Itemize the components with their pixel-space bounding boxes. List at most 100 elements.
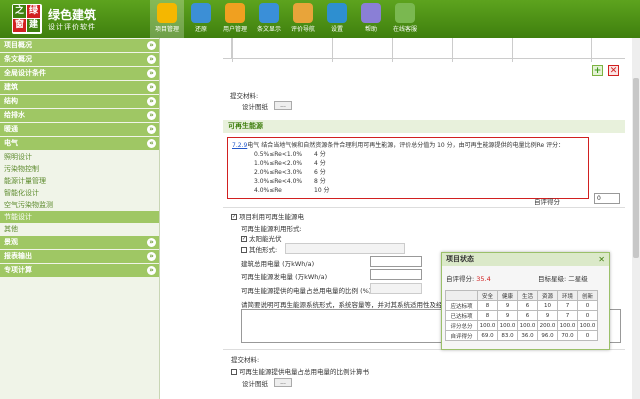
solar-pv-row[interactable]: ✓ 太阳能光伏: [241, 233, 282, 243]
sidebar-group-label: 条文概况: [4, 55, 32, 63]
sidebar-group[interactable]: 结构 »: [0, 95, 159, 108]
self-score-input[interactable]: 0: [594, 193, 620, 204]
browse-button[interactable]: ...: [274, 101, 292, 110]
use-renewable-checkbox-row[interactable]: ✓ 项目利用可再生能源电: [231, 211, 304, 221]
scrollbar-thumb[interactable]: [633, 78, 639, 258]
sidebar-group-label: 全局设计条件: [4, 69, 46, 77]
status-table-row: 已达标项 8 9 6 9 7 0: [445, 310, 598, 321]
clause-box: 7.2.9电气 结合当地气候和自然资源条件合理利用可再生能源，评价总分值为 10…: [227, 137, 589, 199]
status-table-cell: 9: [497, 300, 518, 311]
solar-pv-label: 太阳能光伏: [249, 235, 282, 243]
status-table-cell: 已达标项: [445, 310, 478, 321]
status-table-row: 应达标项 8 9 6 10 7 0: [445, 300, 598, 311]
sidebar-group-label: 专项计算: [4, 266, 32, 274]
sidebar-group[interactable]: 电气 «: [0, 137, 159, 150]
status-table-cell: 9: [537, 310, 558, 321]
sidebar-group-label: 项目概况: [4, 41, 32, 49]
status-table-cell: 7: [557, 310, 578, 321]
sidebar-group[interactable]: 全局设计条件 »: [0, 67, 159, 80]
status-table-cell: 0: [577, 330, 598, 341]
calc-book-label: 可再生能源提供电量占总用电量的比例计算书: [239, 368, 369, 376]
status-table-cell: 100.0: [557, 320, 578, 331]
clause-score: 4 分: [314, 151, 326, 158]
help-icon: [361, 3, 381, 23]
sidebar-group[interactable]: 暖通 »: [0, 123, 159, 136]
sidebar-group[interactable]: 专项计算 »: [0, 264, 159, 277]
renewable-power-input[interactable]: [370, 269, 422, 280]
calc-book-checkbox[interactable]: [231, 369, 237, 375]
clause-code-link[interactable]: 7.2.9: [232, 142, 247, 149]
add-row-button[interactable]: +: [592, 65, 603, 76]
status-table-cell: 83.0: [497, 330, 518, 341]
status-table-header: 生活: [517, 290, 538, 301]
delete-row-button[interactable]: ✕: [608, 65, 619, 76]
support-icon: [395, 3, 415, 23]
expand-toggle-icon[interactable]: »: [147, 97, 156, 106]
expand-toggle-icon[interactable]: »: [147, 83, 156, 92]
sidebar: 项目概况 » 条文概况 » 全局设计条件 » 建筑 » 结构 » 给排水 » 暖通 » 电气 « 照明设计 污染物…: [0, 38, 160, 399]
expand-toggle-icon[interactable]: «: [147, 139, 156, 148]
status-table: 安全 健康 生活 资源 环境 创新 应达标项 8 9 6 10 7 0 已达标项 8 9 6 9 7 0 评分总分 100…: [445, 290, 598, 341]
other-form-input[interactable]: [285, 243, 405, 254]
browse-button-2[interactable]: ...: [274, 378, 292, 387]
sidebar-group-label: 暖通: [4, 125, 18, 133]
sidebar-sub-item[interactable]: 污染物控制: [0, 163, 159, 175]
status-table-cell: 100.0: [477, 320, 498, 331]
use-renewable-checkbox[interactable]: ✓: [231, 214, 237, 220]
section-header-renewable: 可再生能源: [223, 120, 625, 133]
other-form-checkbox[interactable]: [241, 247, 247, 253]
sidebar-group[interactable]: 条文概况 »: [0, 53, 159, 66]
clause-range: 4.0%≤Re: [254, 187, 282, 194]
status-panel: 项目状态 ✕ 自评得分: 35.4 目标星级: 二星级 安全 健康 生活 资源 环境 创新应…: [441, 252, 610, 350]
expand-toggle-icon[interactable]: »: [147, 238, 156, 247]
app-title: 绿色建筑: [48, 8, 97, 22]
status-panel-close-button[interactable]: ✕: [598, 253, 605, 266]
expand-toggle-icon[interactable]: »: [147, 125, 156, 134]
expand-toggle-icon[interactable]: »: [147, 55, 156, 64]
sidebar-group[interactable]: 景观 »: [0, 236, 159, 249]
sidebar-group[interactable]: 建筑 »: [0, 81, 159, 94]
sidebar-sub-item[interactable]: 节能设计: [0, 211, 159, 223]
sidebar-group[interactable]: 给排水 »: [0, 109, 159, 122]
status-table-header: 安全: [477, 290, 498, 301]
status-table-cell: 9: [497, 310, 518, 321]
status-table-header: [445, 290, 478, 301]
status-table-cell: 10: [537, 300, 558, 311]
clause-range: 3.0%≤Re<4.0%: [254, 178, 303, 185]
sidebar-sub-item[interactable]: 能源计量管理: [0, 175, 159, 187]
sidebar-group[interactable]: 报表输出 »: [0, 250, 159, 263]
navigation-icon: [293, 3, 313, 23]
expand-toggle-icon[interactable]: »: [147, 69, 156, 78]
expand-toggle-icon[interactable]: »: [147, 252, 156, 261]
refresh-icon: [191, 3, 211, 23]
sidebar-sub-item[interactable]: 照明设计: [0, 151, 159, 163]
status-table-cell: 96.0: [537, 330, 558, 341]
ratio-input[interactable]: [370, 283, 422, 294]
status-table-cell: 评分总分: [445, 320, 478, 331]
clause-text: 电气 结合当地气候和自然资源条件合理利用可再生能源，评价总分值为 10 分，由可…: [247, 142, 565, 149]
building-power-label: 建筑总用电量 (万kWh/a): [241, 260, 315, 268]
status-table-cell: 7: [557, 300, 578, 311]
status-table-cell: 100.0: [497, 320, 518, 331]
expand-toggle-icon[interactable]: »: [147, 41, 156, 50]
app-subtitle: 设计评价软件: [48, 23, 96, 31]
status-table-header: 创新: [577, 290, 598, 301]
sidebar-sub-item[interactable]: 智能化设计: [0, 187, 159, 199]
expand-toggle-icon[interactable]: »: [147, 266, 156, 275]
status-table-cell: 100.0: [517, 320, 538, 331]
logo-char: 之: [13, 5, 26, 18]
sidebar-sub-item[interactable]: 其他: [0, 223, 159, 235]
sidebar-group[interactable]: 项目概况 »: [0, 39, 159, 52]
use-renewable-label: 项目利用可再生能源电: [239, 213, 304, 221]
toolbar-online-service[interactable]: 在线客服: [388, 0, 422, 38]
sidebar-sub-item[interactable]: 空气污染物监测: [0, 199, 159, 211]
toolbar-label: 在线客服: [392, 26, 417, 33]
clause-score-row: 4.0%≤Re 10 分: [232, 186, 584, 195]
main-scrollbar[interactable]: [632, 38, 640, 399]
building-power-input[interactable]: [370, 256, 422, 267]
other-form-row[interactable]: 其他形式:: [241, 244, 277, 254]
calc-book-row[interactable]: 可再生能源提供电量占总用电量的比例计算书: [231, 366, 369, 376]
expand-toggle-icon[interactable]: »: [147, 111, 156, 120]
status-table-cell: 8: [477, 310, 498, 321]
solar-pv-checkbox[interactable]: ✓: [241, 236, 247, 242]
